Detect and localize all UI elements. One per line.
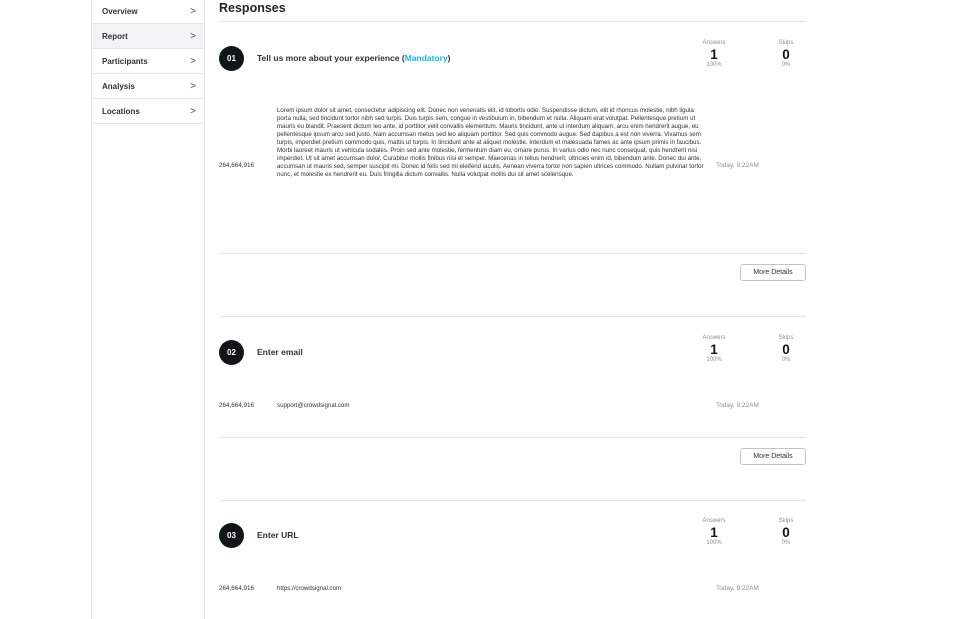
app: Overview > Report > Participants > Analy…: [0, 0, 956, 619]
section-divider: [219, 316, 806, 317]
report-sidebar: Overview > Report > Participants > Analy…: [91, 0, 205, 619]
sidebar-item-overview[interactable]: Overview >: [92, 0, 204, 24]
skips-percent: 0%: [781, 62, 791, 68]
response-time: Today, 9:22AM: [716, 402, 759, 409]
skips-percent: 0%: [781, 357, 791, 363]
question-number-badge: 02: [219, 340, 244, 365]
divider: [219, 437, 806, 438]
skips-label: Skips: [778, 518, 794, 524]
response-id: 264,664,916: [219, 402, 255, 409]
more-details-button[interactable]: More Details: [740, 264, 806, 281]
mandatory-label: Mandatory: [404, 53, 448, 63]
sidebar-item-label: Participants: [102, 56, 148, 66]
response-time: Today, 9:22AM: [716, 585, 759, 592]
skips-label: Skips: [778, 40, 794, 46]
question-number-badge: 03: [219, 523, 244, 548]
chevron-right-icon: >: [190, 80, 196, 92]
sidebar-item-report[interactable]: Report >: [92, 24, 204, 49]
question-text: Tell us more about your experience (: [257, 53, 405, 63]
skips-stat: Skips 0 0%: [761, 40, 811, 68]
response-text: support@crowdsignal.com: [277, 402, 350, 409]
answers-count: 1: [710, 47, 718, 62]
divider: [219, 253, 806, 254]
sidebar-item-label: Locations: [102, 106, 140, 116]
skips-stat: Skips 0 0%: [761, 335, 811, 363]
question-title: Tell us more about your experience (Mand…: [257, 53, 451, 63]
skips-label: Skips: [778, 335, 794, 341]
skips-count: 0: [782, 525, 790, 540]
divider: [219, 21, 806, 22]
chevron-right-icon: >: [190, 30, 196, 42]
answers-percent: 100%: [706, 540, 722, 546]
answers-label: Answers: [702, 518, 726, 524]
skips-stat: Skips 0 0%: [761, 518, 811, 546]
sidebar-item-label: Overview: [102, 6, 138, 16]
answers-stat: Answers 1 100%: [689, 40, 739, 68]
question-title: Enter URL: [257, 530, 299, 540]
question-number-badge: 01: [219, 46, 244, 71]
response-id: 264,664,916: [219, 585, 255, 592]
question-text-suffix: ): [447, 53, 451, 63]
chevron-right-icon: >: [190, 55, 196, 67]
response-text: https://crowdsignal.com: [277, 585, 342, 592]
sidebar-item-label: Analysis: [102, 81, 135, 91]
answers-percent: 100%: [706, 357, 722, 363]
sidebar-item-analysis[interactable]: Analysis >: [92, 74, 204, 99]
answers-count: 1: [710, 342, 718, 357]
response-text: Lorem ipsum dolor sit amet, consectetur …: [277, 107, 704, 179]
skips-count: 0: [782, 342, 790, 357]
sidebar-item-participants[interactable]: Participants >: [92, 49, 204, 74]
answers-stat: Answers 1 100%: [689, 518, 739, 546]
sidebar-item-locations[interactable]: Locations >: [92, 99, 204, 124]
question-title: Enter email: [257, 347, 303, 357]
response-time: Today, 9:22AM: [716, 162, 759, 169]
more-details-button[interactable]: More Details: [740, 448, 806, 465]
section-divider: [219, 500, 806, 501]
chevron-right-icon: >: [190, 5, 196, 17]
answers-label: Answers: [702, 40, 726, 46]
sidebar-item-label: Report: [102, 31, 128, 41]
skips-count: 0: [782, 47, 790, 62]
answers-label: Answers: [702, 335, 726, 341]
chevron-right-icon: >: [190, 105, 196, 117]
skips-percent: 0%: [781, 540, 791, 546]
response-id: 264,664,916: [219, 162, 255, 169]
answers-count: 1: [710, 525, 718, 540]
page-title: Responses: [219, 1, 286, 15]
answers-percent: 100%: [706, 62, 722, 68]
responses-panel: Responses 01 Tell us more about your exp…: [219, 0, 806, 619]
answers-stat: Answers 1 100%: [689, 335, 739, 363]
